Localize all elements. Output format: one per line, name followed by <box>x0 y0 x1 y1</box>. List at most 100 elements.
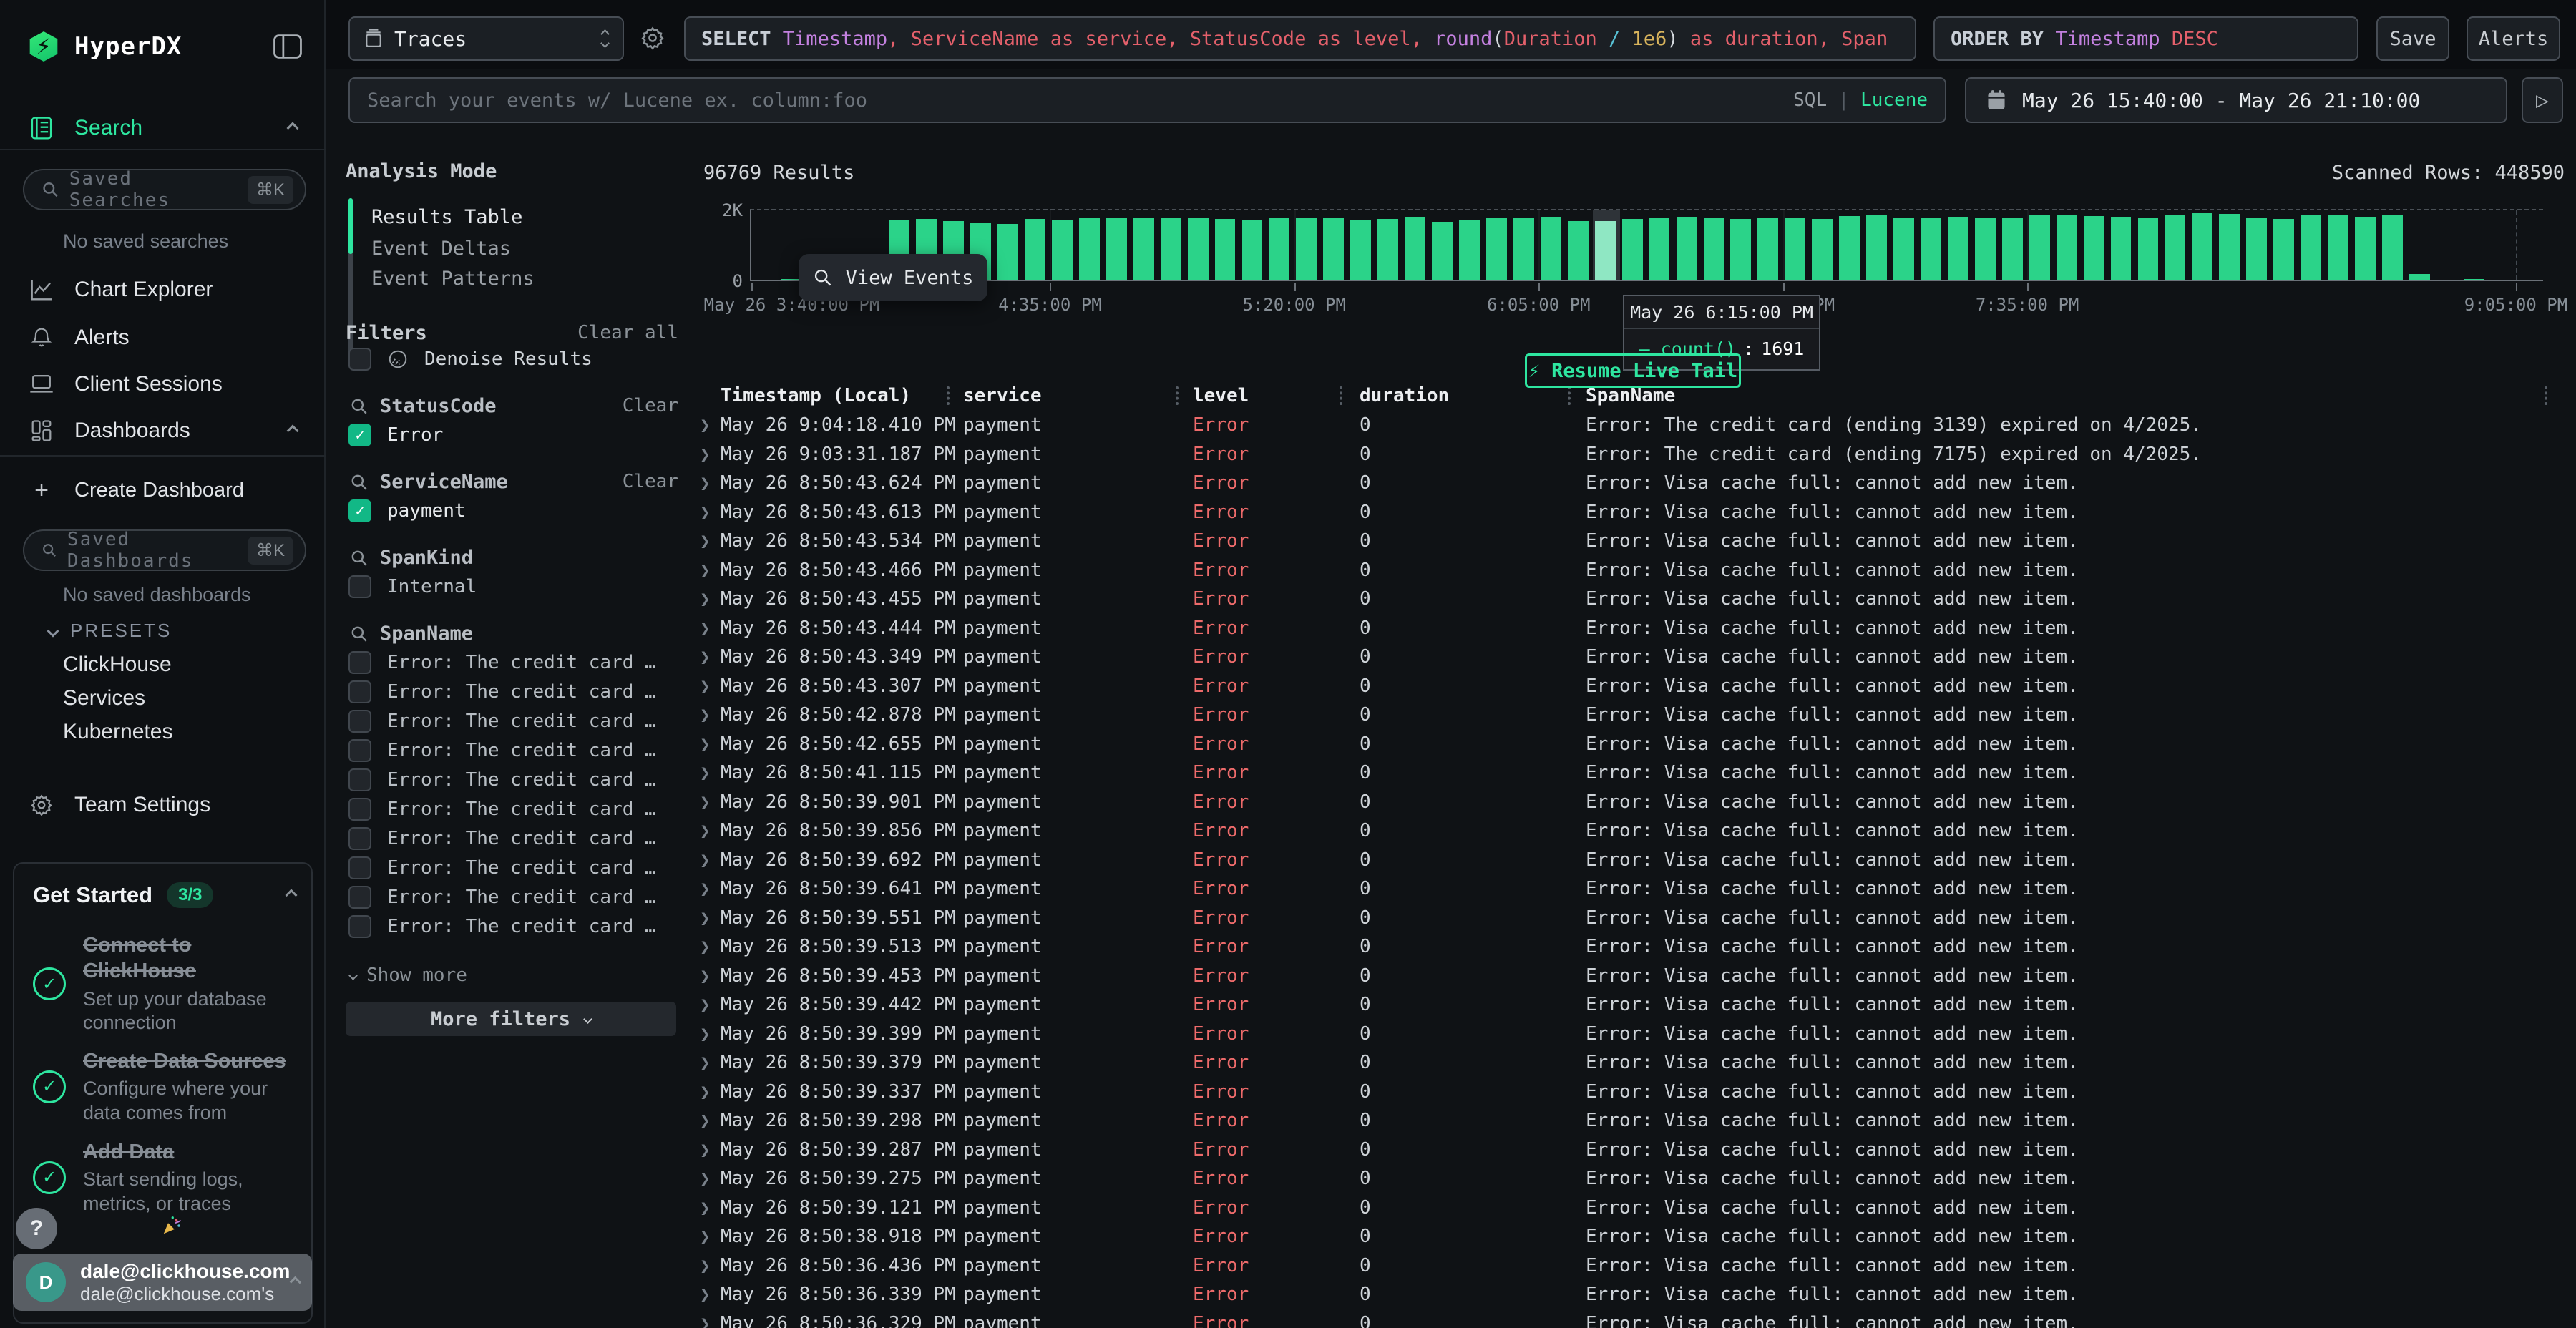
sidebar-item-client-sessions[interactable]: Client Sessions <box>0 363 326 405</box>
histogram-bar[interactable] <box>1812 219 1833 280</box>
histogram-bar[interactable] <box>2111 217 2132 280</box>
column-resize-handle[interactable] <box>1176 386 1179 405</box>
histogram-bar[interactable] <box>2057 215 2077 280</box>
row-expand-chevron-icon[interactable]: ❯ <box>700 1280 710 1309</box>
sidebar-item-alerts[interactable]: Alerts <box>0 317 326 358</box>
histogram-bar[interactable] <box>1622 219 1643 280</box>
histogram-bar[interactable] <box>1649 218 1670 280</box>
row-expand-chevron-icon[interactable]: ❯ <box>700 788 710 817</box>
row-expand-chevron-icon[interactable]: ❯ <box>700 758 710 788</box>
histogram-bar[interactable] <box>1296 218 1317 280</box>
checkbox-unchecked-icon[interactable] <box>348 739 371 762</box>
get-started-step-connect[interactable]: ✓ Connect to ClickHouse Set up your data… <box>33 932 298 1035</box>
sidebar-collapse-icon[interactable] <box>273 34 302 59</box>
column-resize-handle[interactable] <box>1568 386 1571 405</box>
checkbox-unchecked-icon[interactable] <box>348 348 371 371</box>
row-expand-chevron-icon[interactable]: ❯ <box>700 962 710 991</box>
col-level[interactable]: level <box>1193 381 1249 410</box>
table-row[interactable]: ❯May 26 8:50:39.298 PMpaymentError0Error… <box>694 1106 2576 1136</box>
checkbox-unchecked-icon[interactable] <box>348 915 371 938</box>
histogram-bar[interactable] <box>1921 218 1941 280</box>
table-row[interactable]: ❯May 26 8:50:39.551 PMpaymentError0Error… <box>694 904 2576 933</box>
resume-live-tail-button[interactable]: ⚡ Resume Live Tail <box>1525 353 1741 388</box>
histogram-bar[interactable] <box>2165 215 2186 280</box>
facet-option-SpanName[interactable]: Error: The credit card … <box>348 739 678 762</box>
histogram-bar[interactable] <box>1704 218 1724 280</box>
sidebar-item-team-settings[interactable]: Team Settings <box>0 784 326 826</box>
column-resize-handle[interactable] <box>947 386 950 405</box>
histogram-bar[interactable] <box>1730 219 1751 280</box>
table-row[interactable]: ❯May 26 8:50:42.878 PMpaymentError0Error… <box>694 700 2576 730</box>
histogram-bar[interactable] <box>2246 218 2267 280</box>
facet-option-SpanName[interactable]: Error: The credit card … <box>348 768 678 791</box>
more-filters-button[interactable]: More filters <box>346 1002 676 1036</box>
sidebar-item-dashboards[interactable]: Dashboards <box>0 410 326 451</box>
checkbox-unchecked-icon[interactable] <box>348 856 371 879</box>
sql-select-input[interactable]: SELECT Timestamp, ServiceName as service… <box>684 16 1916 61</box>
preset-kubernetes[interactable]: Kubernetes <box>63 720 172 744</box>
collapse-chevron-icon[interactable] <box>287 425 299 437</box>
row-expand-chevron-icon[interactable]: ❯ <box>700 1222 710 1251</box>
table-row[interactable]: ❯May 26 8:50:43.624 PMpaymentError0Error… <box>694 469 2576 498</box>
get-started-step-add-data[interactable]: ✓ Add Data Start sending logs, metrics, … <box>33 1139 298 1216</box>
get-started-step-sources[interactable]: ✓ Create Data Sources Configure where yo… <box>33 1048 298 1126</box>
histogram-bar[interactable] <box>2192 213 2212 280</box>
histogram-bar[interactable] <box>1459 220 1480 280</box>
histogram-bar[interactable] <box>1161 218 1181 280</box>
row-expand-chevron-icon[interactable]: ❯ <box>700 1309 710 1328</box>
column-resize-handle[interactable] <box>2545 386 2547 405</box>
sidebar-item-search[interactable]: Search <box>0 107 326 149</box>
col-service[interactable]: service <box>963 381 1042 410</box>
facet-option-SpanName[interactable]: Error: The credit card … <box>348 856 678 879</box>
row-expand-chevron-icon[interactable]: ❯ <box>700 816 710 846</box>
presets-toggle[interactable]: PRESETS <box>49 620 172 642</box>
row-expand-chevron-icon[interactable]: ❯ <box>700 469 710 498</box>
histogram-bar[interactable] <box>997 224 1018 280</box>
row-expand-chevron-icon[interactable]: ❯ <box>700 556 710 585</box>
row-expand-chevron-icon[interactable]: ❯ <box>700 411 710 440</box>
sidebar-item-chart-explorer[interactable]: Chart Explorer <box>0 269 326 311</box>
facet-option-SpanName[interactable]: Error: The credit card … <box>348 827 678 850</box>
histogram-bar[interactable] <box>1052 220 1073 280</box>
table-row[interactable]: ❯May 26 8:50:43.534 PMpaymentError0Error… <box>694 527 2576 556</box>
row-expand-chevron-icon[interactable]: ❯ <box>700 874 710 904</box>
facet-option-SpanName[interactable]: Error: The credit card … <box>348 886 678 909</box>
checkbox-unchecked-icon[interactable] <box>348 651 371 674</box>
clear-all-button[interactable]: Clear all <box>577 322 678 343</box>
row-expand-chevron-icon[interactable]: ❯ <box>700 1020 710 1049</box>
row-expand-chevron-icon[interactable]: ❯ <box>700 932 710 962</box>
histogram-bar[interactable] <box>1839 216 1860 280</box>
histogram-bar[interactable] <box>1866 215 1887 280</box>
histogram-bar[interactable] <box>1595 221 1616 280</box>
save-button[interactable]: Save <box>2376 16 2449 61</box>
histogram-bar[interactable] <box>1242 220 1263 280</box>
table-row[interactable]: ❯May 26 8:50:39.856 PMpaymentError0Error… <box>694 816 2576 846</box>
table-row[interactable]: ❯May 26 8:50:41.115 PMpaymentError0Error… <box>694 758 2576 788</box>
facet-option-SpanKind[interactable]: Internal <box>348 575 678 598</box>
histogram-bar[interactable] <box>2301 215 2321 280</box>
row-expand-chevron-icon[interactable]: ❯ <box>700 643 710 672</box>
row-expand-chevron-icon[interactable]: ❯ <box>700 846 710 875</box>
checkbox-checked-icon[interactable]: ✓ <box>348 424 371 446</box>
collapse-chevron-icon[interactable] <box>286 889 298 902</box>
show-more-button[interactable]: Show more <box>350 965 467 986</box>
table-row[interactable]: ❯May 26 8:50:36.329 PMpaymentError0Error… <box>694 1309 2576 1328</box>
saved-searches-input[interactable]: Saved Searches ⌘K <box>23 169 306 210</box>
histogram-bar[interactable] <box>2219 214 2240 280</box>
row-expand-chevron-icon[interactable]: ❯ <box>700 672 710 701</box>
histogram-bar[interactable] <box>2029 215 2050 280</box>
table-row[interactable]: ❯May 26 8:50:43.466 PMpaymentError0Error… <box>694 556 2576 585</box>
histogram-bar[interactable] <box>2002 218 2023 280</box>
table-row[interactable]: ❯May 26 8:50:39.379 PMpaymentError0Error… <box>694 1048 2576 1078</box>
row-expand-chevron-icon[interactable]: ❯ <box>700 1164 710 1193</box>
histogram-bar[interactable] <box>2328 215 2348 280</box>
table-row[interactable]: ❯May 26 9:04:18.410 PMpaymentError0Error… <box>694 411 2576 440</box>
histogram-bar[interactable] <box>2382 215 2403 280</box>
histogram-bar[interactable] <box>1323 218 1344 280</box>
histogram-bar[interactable] <box>1215 219 1236 280</box>
table-row[interactable]: ❯May 26 8:50:39.399 PMpaymentError0Error… <box>694 1020 2576 1049</box>
mode-results-table[interactable]: Results Table <box>371 206 522 228</box>
table-row[interactable]: ❯May 26 8:50:39.692 PMpaymentError0Error… <box>694 846 2576 875</box>
table-row[interactable]: ❯May 26 8:50:39.901 PMpaymentError0Error… <box>694 788 2576 817</box>
table-row[interactable]: ❯May 26 8:50:43.455 PMpaymentError0Error… <box>694 585 2576 614</box>
